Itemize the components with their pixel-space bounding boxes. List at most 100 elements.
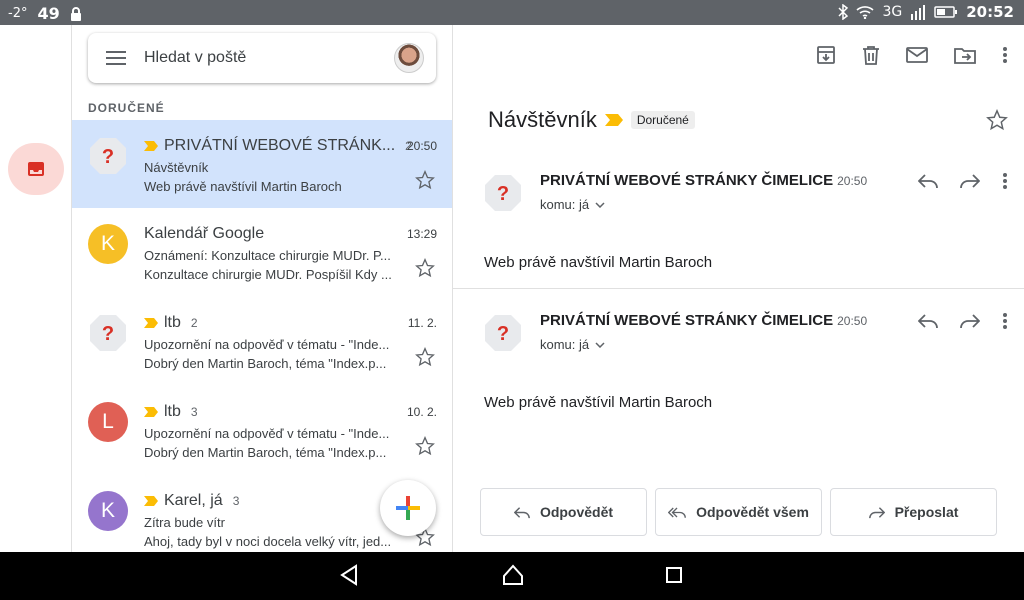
star-icon[interactable] xyxy=(415,170,435,190)
back-icon[interactable] xyxy=(339,564,359,586)
avatar: L xyxy=(88,402,128,442)
list-item-snippet: Web právě navštívil Martin Baroch xyxy=(144,179,342,194)
list-item-subject: Upozornění na odpověď v tématu - "Inde..… xyxy=(144,337,390,352)
reply-button-row: Odpovědět Odpovědět všem Přeposlat xyxy=(480,488,997,536)
unknown-sender-icon: ? xyxy=(485,315,521,351)
forward-icon[interactable] xyxy=(960,173,980,189)
trash-icon[interactable] xyxy=(862,45,880,65)
message-body: Web právě navštívil Martin Baroch xyxy=(484,254,713,271)
compose-plus-icon xyxy=(396,496,420,520)
network-type: 3G xyxy=(882,4,903,20)
list-item-sender: ltb 2 xyxy=(144,314,198,332)
reply-button[interactable]: Odpovědět xyxy=(480,488,647,536)
recents-icon[interactable] xyxy=(665,564,683,586)
message-sender: PRIVÁTNÍ WEBOVÉ STRÁNKY ČIMELICE 20:50 xyxy=(540,312,868,329)
important-marker-icon[interactable] xyxy=(604,114,623,126)
more-vert-icon[interactable] xyxy=(1002,172,1008,190)
list-item-time: 13:29 xyxy=(406,227,437,241)
move-icon[interactable] xyxy=(954,46,976,64)
conversation-title: Návštěvník Doručené xyxy=(488,107,695,133)
search-input[interactable]: Hledat v poště xyxy=(144,49,246,67)
list-item[interactable]: ? PRIVÁTNÍ WEBOVÉ STRÁNK... 2 20:50 Návš… xyxy=(72,120,452,208)
list-item-time: 10. 2. xyxy=(406,405,437,419)
account-avatar[interactable] xyxy=(394,43,424,73)
more-vert-icon[interactable] xyxy=(1002,312,1008,330)
svg-text:?: ? xyxy=(497,183,509,205)
signal-icon xyxy=(911,5,926,20)
avatar: ? xyxy=(88,313,128,353)
list-item-snippet: Dobrý den Martin Baroch, téma "Index.p..… xyxy=(144,356,387,371)
label-chip[interactable]: Doručené xyxy=(630,111,695,129)
status-notification-count: 49 xyxy=(37,4,60,23)
message-time: 20:50 xyxy=(837,174,868,188)
reply-icon[interactable] xyxy=(918,173,938,189)
list-item-snippet: Dobrý den Martin Baroch, téma "Index.p..… xyxy=(144,445,387,460)
list-item-sender: PRIVÁTNÍ WEBOVÉ STRÁNK... 2 xyxy=(144,137,412,155)
list-item-sender: Kalendář Google xyxy=(144,225,265,242)
reply-all-button[interactable]: Odpovědět všem xyxy=(655,488,822,536)
avatar: ? xyxy=(88,136,128,176)
important-marker-icon xyxy=(144,318,158,328)
archive-icon[interactable] xyxy=(816,45,836,65)
chevron-down-icon xyxy=(595,201,605,208)
message-item[interactable]: ? PRIVÁTNÍ WEBOVÉ STRÁNKY ČIMELICE 20:50 … xyxy=(453,160,1024,300)
star-icon[interactable] xyxy=(415,347,435,367)
unknown-sender-icon: ? xyxy=(90,315,126,351)
message-list-panel: Hledat v poště DORUČENÉ ? PRIVÁTNÍ WEBOV… xyxy=(72,25,453,552)
list-item[interactable]: ? ltb 2 11. 2. Upozornění na odpověď v t… xyxy=(72,297,452,385)
bluetooth-icon xyxy=(838,4,849,20)
recipient-toggle[interactable]: komu: já xyxy=(540,197,605,212)
menu-icon[interactable] xyxy=(106,51,126,65)
unknown-sender-icon: ? xyxy=(485,175,521,211)
section-label-inbox: DORUČENÉ xyxy=(88,101,165,115)
list-item-snippet: Ahoj, tady byl v noci docela velký vítr,… xyxy=(144,534,392,549)
message-time: 20:50 xyxy=(837,314,868,328)
svg-text:?: ? xyxy=(102,323,114,345)
message-actions xyxy=(918,172,1008,190)
list-item-subject: Návštěvník xyxy=(144,160,209,175)
forward-button[interactable]: Přeposlat xyxy=(830,488,997,536)
list-item[interactable]: K Kalendář Google 13:29 Oznámení: Konzul… xyxy=(72,208,452,296)
forward-icon[interactable] xyxy=(960,313,980,329)
thread-count: 3 xyxy=(190,405,198,419)
battery-icon xyxy=(934,6,958,18)
message-divider xyxy=(453,288,1024,289)
recipient-toggle[interactable]: komu: já xyxy=(540,337,605,352)
compose-button[interactable] xyxy=(380,480,436,536)
list-item-sender: ltb 3 xyxy=(144,403,198,421)
forward-icon xyxy=(868,506,885,518)
unknown-sender-icon: ? xyxy=(90,138,126,174)
reply-all-icon xyxy=(668,507,687,518)
message-item[interactable]: ? PRIVÁTNÍ WEBOVÉ STRÁNKY ČIMELICE 20:50 … xyxy=(453,300,1024,440)
status-clock: 20:52 xyxy=(966,3,1014,21)
important-marker-icon xyxy=(144,407,158,417)
star-icon[interactable] xyxy=(415,258,435,278)
mail-icon[interactable] xyxy=(906,47,928,63)
thread-count: 2 xyxy=(190,316,198,330)
search-bar[interactable]: Hledat v poště xyxy=(88,33,436,83)
svg-text:?: ? xyxy=(497,323,509,345)
message-body: Web právě navštívil Martin Baroch xyxy=(484,394,713,411)
message-actions xyxy=(918,312,1008,330)
detail-toolbar xyxy=(816,45,1008,65)
wifi-icon xyxy=(856,6,875,19)
list-item[interactable]: L ltb 3 10. 2. Upozornění na odpověď v t… xyxy=(72,386,452,474)
list-item-subject: Oznámení: Konzultace chirurgie MUDr. P..… xyxy=(144,248,391,263)
system-navigation-bar xyxy=(0,552,1024,600)
message-detail-panel: Návštěvník Doručené ? PRIVÁTNÍ WEBOVÉ ST… xyxy=(453,25,1024,552)
list-item-time: 20:50 xyxy=(406,139,437,153)
more-vert-icon[interactable] xyxy=(1002,46,1008,64)
chevron-down-icon xyxy=(595,341,605,348)
star-icon[interactable] xyxy=(986,109,1008,131)
reply-icon[interactable] xyxy=(918,313,938,329)
rail-inbox-button[interactable] xyxy=(8,143,64,195)
list-item-subject: Zítra bude vítr xyxy=(144,515,225,530)
list-item-sender: Karel, já 3 xyxy=(144,492,239,510)
status-temperature: -2° xyxy=(8,6,28,21)
list-item-snippet: Konzultace chirurgie MUDr. Pospíšil Kdy … xyxy=(144,267,392,282)
inbox-icon xyxy=(28,162,44,176)
home-icon[interactable] xyxy=(502,564,524,586)
avatar: K xyxy=(88,491,128,531)
important-marker-icon xyxy=(144,141,158,151)
star-icon[interactable] xyxy=(415,436,435,456)
